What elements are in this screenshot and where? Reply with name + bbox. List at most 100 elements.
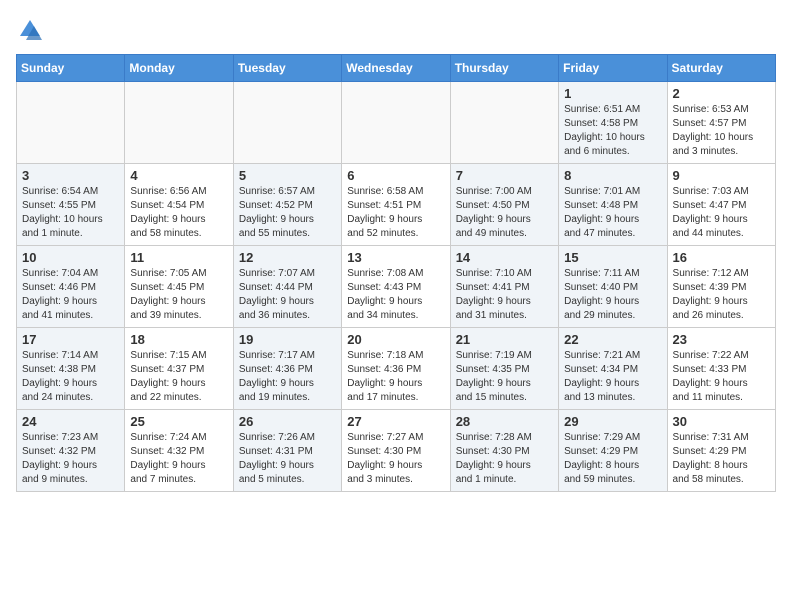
day-number: 30: [673, 414, 770, 429]
calendar-cell: 30 Sunrise: 7:31 AM Sunset: 4:29 PM Dayli…: [667, 410, 775, 492]
calendar-cell: 24 Sunrise: 7:23 AM Sunset: 4:32 PM Dayli…: [17, 410, 125, 492]
day-header-saturday: Saturday: [667, 55, 775, 82]
calendar-table: SundayMondayTuesdayWednesdayThursdayFrid…: [16, 54, 776, 492]
day-info: Sunrise: 7:19 AM Sunset: 4:35 PM Dayligh…: [456, 349, 553, 405]
day-info: Sunrise: 6:56 AM Sunset: 4:54 PM Dayligh…: [130, 185, 227, 241]
day-number: 9: [673, 168, 770, 183]
day-info: Sunrise: 7:28 AM Sunset: 4:30 PM Dayligh…: [456, 431, 553, 487]
logo-icon: [16, 16, 44, 44]
day-number: 5: [239, 168, 336, 183]
day-number: 20: [347, 332, 444, 347]
calendar-cell: 4 Sunrise: 6:56 AM Sunset: 4:54 PM Daylig…: [125, 164, 233, 246]
day-header-friday: Friday: [559, 55, 667, 82]
day-info: Sunrise: 7:08 AM Sunset: 4:43 PM Dayligh…: [347, 267, 444, 323]
day-number: 1: [564, 86, 661, 101]
calendar-cell: 10 Sunrise: 7:04 AM Sunset: 4:46 PM Dayli…: [17, 246, 125, 328]
day-info: Sunrise: 7:26 AM Sunset: 4:31 PM Dayligh…: [239, 431, 336, 487]
day-number: 14: [456, 250, 553, 265]
day-number: 25: [130, 414, 227, 429]
calendar-cell: 1 Sunrise: 6:51 AM Sunset: 4:58 PM Daylig…: [559, 82, 667, 164]
day-info: Sunrise: 7:29 AM Sunset: 4:29 PM Dayligh…: [564, 431, 661, 487]
day-info: Sunrise: 6:54 AM Sunset: 4:55 PM Dayligh…: [22, 185, 119, 241]
day-number: 19: [239, 332, 336, 347]
day-number: 10: [22, 250, 119, 265]
day-info: Sunrise: 7:18 AM Sunset: 4:36 PM Dayligh…: [347, 349, 444, 405]
calendar-cell: 22 Sunrise: 7:21 AM Sunset: 4:34 PM Dayli…: [559, 328, 667, 410]
calendar-cell: 9Sunrise: 7:03 AM Sunset: 4:47 PM Daylig…: [667, 164, 775, 246]
day-info: Sunrise: 7:07 AM Sunset: 4:44 PM Dayligh…: [239, 267, 336, 323]
day-number: 6: [347, 168, 444, 183]
day-info: Sunrise: 7:15 AM Sunset: 4:37 PM Dayligh…: [130, 349, 227, 405]
day-info: Sunrise: 6:57 AM Sunset: 4:52 PM Dayligh…: [239, 185, 336, 241]
day-info: Sunrise: 7:12 AM Sunset: 4:39 PM Dayligh…: [673, 267, 770, 323]
day-number: 12: [239, 250, 336, 265]
day-header-monday: Monday: [125, 55, 233, 82]
day-number: 2: [673, 86, 770, 101]
week-row-4: 24 Sunrise: 7:23 AM Sunset: 4:32 PM Dayli…: [17, 410, 776, 492]
day-info: Sunrise: 7:21 AM Sunset: 4:34 PM Dayligh…: [564, 349, 661, 405]
calendar-cell: 29 Sunrise: 7:29 AM Sunset: 4:29 PM Dayli…: [559, 410, 667, 492]
day-info: Sunrise: 7:24 AM Sunset: 4:32 PM Dayligh…: [130, 431, 227, 487]
day-info: Sunrise: 7:27 AM Sunset: 4:30 PM Dayligh…: [347, 431, 444, 487]
day-info: Sunrise: 7:01 AM Sunset: 4:48 PM Dayligh…: [564, 185, 661, 241]
calendar-cell: 21Sunrise: 7:19 AM Sunset: 4:35 PM Dayli…: [450, 328, 558, 410]
day-number: 13: [347, 250, 444, 265]
calendar-cell: 20 Sunrise: 7:18 AM Sunset: 4:36 PM Dayli…: [342, 328, 450, 410]
day-header-thursday: Thursday: [450, 55, 558, 82]
day-info: Sunrise: 7:23 AM Sunset: 4:32 PM Dayligh…: [22, 431, 119, 487]
calendar-body: 1 Sunrise: 6:51 AM Sunset: 4:58 PM Daylig…: [17, 82, 776, 492]
calendar-cell: 15 Sunrise: 7:11 AM Sunset: 4:40 PM Dayli…: [559, 246, 667, 328]
calendar-cell: [233, 82, 341, 164]
header-row: SundayMondayTuesdayWednesdayThursdayFrid…: [17, 55, 776, 82]
week-row-3: 17Sunrise: 7:14 AM Sunset: 4:38 PM Dayli…: [17, 328, 776, 410]
day-number: 23: [673, 332, 770, 347]
day-info: Sunrise: 7:00 AM Sunset: 4:50 PM Dayligh…: [456, 185, 553, 241]
day-number: 22: [564, 332, 661, 347]
calendar-cell: [342, 82, 450, 164]
week-row-2: 10 Sunrise: 7:04 AM Sunset: 4:46 PM Dayli…: [17, 246, 776, 328]
week-row-1: 3Sunrise: 6:54 AM Sunset: 4:55 PM Daylig…: [17, 164, 776, 246]
calendar-cell: [125, 82, 233, 164]
calendar-cell: 14Sunrise: 7:10 AM Sunset: 4:41 PM Dayli…: [450, 246, 558, 328]
calendar-cell: 16 Sunrise: 7:12 AM Sunset: 4:39 PM Dayli…: [667, 246, 775, 328]
calendar-cell: 8 Sunrise: 7:01 AM Sunset: 4:48 PM Daylig…: [559, 164, 667, 246]
calendar-cell: 5 Sunrise: 6:57 AM Sunset: 4:52 PM Daylig…: [233, 164, 341, 246]
calendar-cell: 26 Sunrise: 7:26 AM Sunset: 4:31 PM Dayli…: [233, 410, 341, 492]
day-info: Sunrise: 6:51 AM Sunset: 4:58 PM Dayligh…: [564, 103, 661, 159]
calendar-cell: 19Sunrise: 7:17 AM Sunset: 4:36 PM Dayli…: [233, 328, 341, 410]
day-info: Sunrise: 7:04 AM Sunset: 4:46 PM Dayligh…: [22, 267, 119, 323]
day-info: Sunrise: 7:22 AM Sunset: 4:33 PM Dayligh…: [673, 349, 770, 405]
day-number: 8: [564, 168, 661, 183]
day-number: 7: [456, 168, 553, 183]
calendar-cell: 13 Sunrise: 7:08 AM Sunset: 4:43 PM Dayli…: [342, 246, 450, 328]
day-header-wednesday: Wednesday: [342, 55, 450, 82]
day-number: 26: [239, 414, 336, 429]
calendar-cell: 28 Sunrise: 7:28 AM Sunset: 4:30 PM Dayli…: [450, 410, 558, 492]
day-header-sunday: Sunday: [17, 55, 125, 82]
day-info: Sunrise: 7:31 AM Sunset: 4:29 PM Dayligh…: [673, 431, 770, 487]
week-row-0: 1 Sunrise: 6:51 AM Sunset: 4:58 PM Daylig…: [17, 82, 776, 164]
day-number: 16: [673, 250, 770, 265]
day-number: 15: [564, 250, 661, 265]
calendar-header: SundayMondayTuesdayWednesdayThursdayFrid…: [17, 55, 776, 82]
calendar-cell: 27 Sunrise: 7:27 AM Sunset: 4:30 PM Dayli…: [342, 410, 450, 492]
day-number: 28: [456, 414, 553, 429]
calendar-cell: 12 Sunrise: 7:07 AM Sunset: 4:44 PM Dayli…: [233, 246, 341, 328]
page-header: [16, 16, 776, 44]
calendar-cell: 23 Sunrise: 7:22 AM Sunset: 4:33 PM Dayli…: [667, 328, 775, 410]
calendar-cell: [450, 82, 558, 164]
calendar-cell: 3Sunrise: 6:54 AM Sunset: 4:55 PM Daylig…: [17, 164, 125, 246]
day-info: Sunrise: 6:58 AM Sunset: 4:51 PM Dayligh…: [347, 185, 444, 241]
day-number: 24: [22, 414, 119, 429]
calendar-cell: 18Sunrise: 7:15 AM Sunset: 4:37 PM Dayli…: [125, 328, 233, 410]
day-number: 29: [564, 414, 661, 429]
calendar-cell: 7 Sunrise: 7:00 AM Sunset: 4:50 PM Daylig…: [450, 164, 558, 246]
day-number: 4: [130, 168, 227, 183]
day-number: 17: [22, 332, 119, 347]
day-number: 27: [347, 414, 444, 429]
calendar-cell: 6 Sunrise: 6:58 AM Sunset: 4:51 PM Daylig…: [342, 164, 450, 246]
calendar-cell: 2Sunrise: 6:53 AM Sunset: 4:57 PM Daylig…: [667, 82, 775, 164]
calendar-cell: 25 Sunrise: 7:24 AM Sunset: 4:32 PM Dayli…: [125, 410, 233, 492]
logo: [16, 16, 48, 44]
day-info: Sunrise: 7:11 AM Sunset: 4:40 PM Dayligh…: [564, 267, 661, 323]
